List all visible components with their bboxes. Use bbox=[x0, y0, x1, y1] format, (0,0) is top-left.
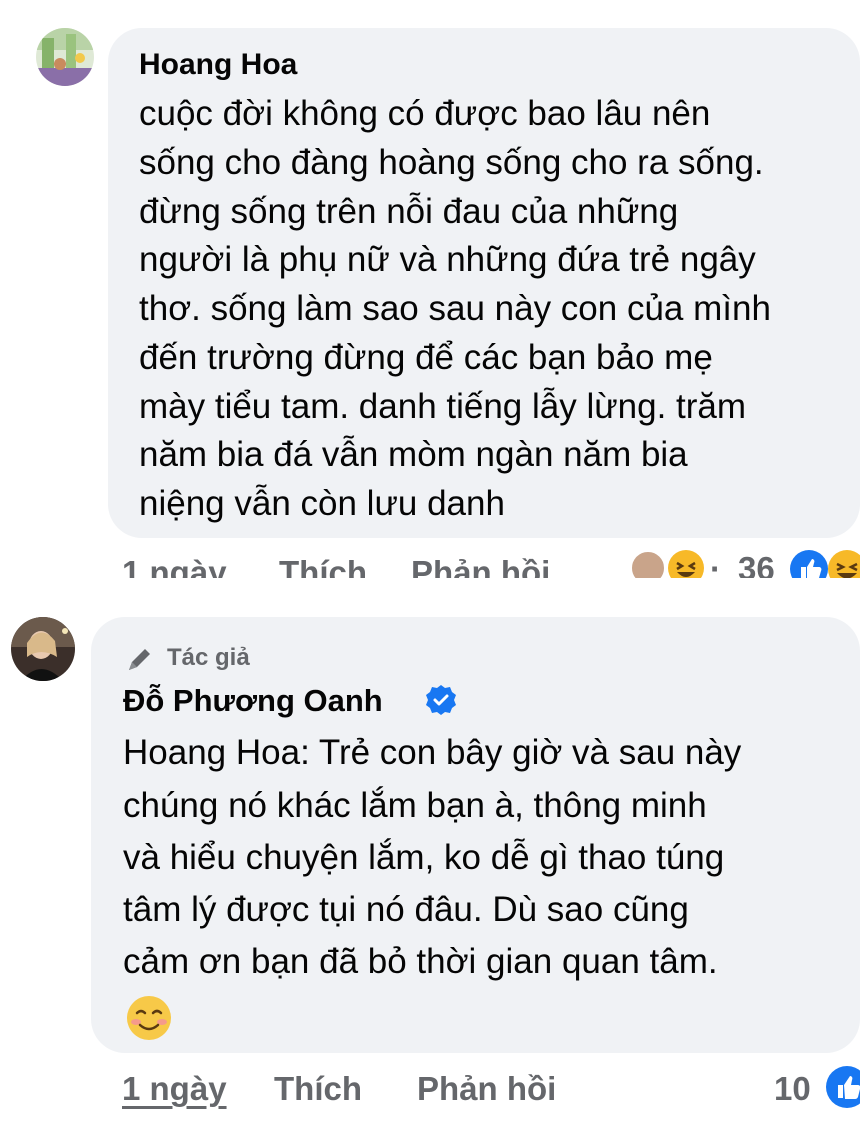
reply-text-line: cảm ơn bạn đã bỏ thời gian quan tâm. bbox=[123, 942, 718, 981]
like-button[interactable]: Thích bbox=[279, 554, 367, 578]
comment-timestamp[interactable]: 1 ngày bbox=[122, 554, 227, 578]
reactor-avatar bbox=[630, 550, 666, 578]
verified-badge-icon bbox=[424, 683, 458, 717]
comment-text-line: người là phụ nữ và những đứa trẻ ngây bbox=[139, 240, 756, 279]
comment-text-line: thơ. sống làm sao sau này con của mình bbox=[139, 289, 771, 328]
comment-text-line: đến trường đừng để các bạn bảo mẹ bbox=[139, 338, 713, 377]
smiling-emoji-icon bbox=[125, 994, 173, 1042]
reply-timestamp[interactable]: 1 ngày bbox=[122, 1070, 227, 1108]
haha-icon bbox=[828, 550, 860, 578]
avatar-do-phuong-oanh[interactable] bbox=[11, 617, 75, 681]
comment-actions-row: 1 ngày Thích Phản hồi · 36 bbox=[0, 548, 860, 578]
haha-icon bbox=[668, 550, 704, 578]
reply-actions: 1 ngày Thích Phản hồi bbox=[0, 1070, 860, 1110]
reaction-count: 10 bbox=[774, 1070, 811, 1107]
comment-text-line: mày tiểu tam. danh tiếng lẫy lừng. trăm bbox=[139, 387, 747, 426]
comment-text-line: đừng sống trên nỗi đau của những bbox=[139, 192, 679, 231]
like-button[interactable]: Thích bbox=[274, 1070, 362, 1108]
reply-button[interactable]: Phản hồi bbox=[411, 554, 550, 578]
comment-text-line: cuộc đời không có được bao lâu nên bbox=[139, 94, 711, 133]
reply-text-line: Hoang Hoa: Trẻ con bây giờ và sau này bbox=[123, 733, 742, 772]
reply-text-line: chúng nó khác lắm bạn à, thông minh bbox=[123, 786, 707, 825]
reply-text-line: tâm lý được tụi nó đâu. Dù sao cũng bbox=[123, 890, 689, 929]
reaction-summary[interactable]: 10 bbox=[770, 1066, 860, 1110]
reply-text-line: và hiểu chuyện lắm, ko dễ gì thao túng bbox=[123, 838, 725, 877]
comment-text-line: năm bia đá vẫn mòm ngàn năm bia bbox=[139, 435, 688, 474]
reaction-summary[interactable]: · 36 bbox=[630, 550, 860, 578]
reaction-separator: · bbox=[710, 550, 721, 578]
reaction-count: 36 bbox=[738, 550, 775, 578]
author-badge-label: Tác giả bbox=[167, 644, 250, 671]
comment-text-line: niệng vẫn còn lưu danh bbox=[139, 484, 505, 523]
avatar-hoang-hoa[interactable] bbox=[36, 28, 94, 86]
pen-icon bbox=[129, 649, 150, 670]
comment-author-name[interactable]: Hoang Hoa bbox=[139, 48, 297, 82]
like-icon bbox=[790, 550, 828, 578]
like-icon bbox=[826, 1066, 860, 1108]
reply-button[interactable]: Phản hồi bbox=[417, 1070, 556, 1108]
comment-text-line: sống cho đàng hoàng sống cho ra sống. bbox=[139, 143, 764, 182]
reply-author-name[interactable]: Đỗ Phương Oanh bbox=[123, 683, 383, 719]
